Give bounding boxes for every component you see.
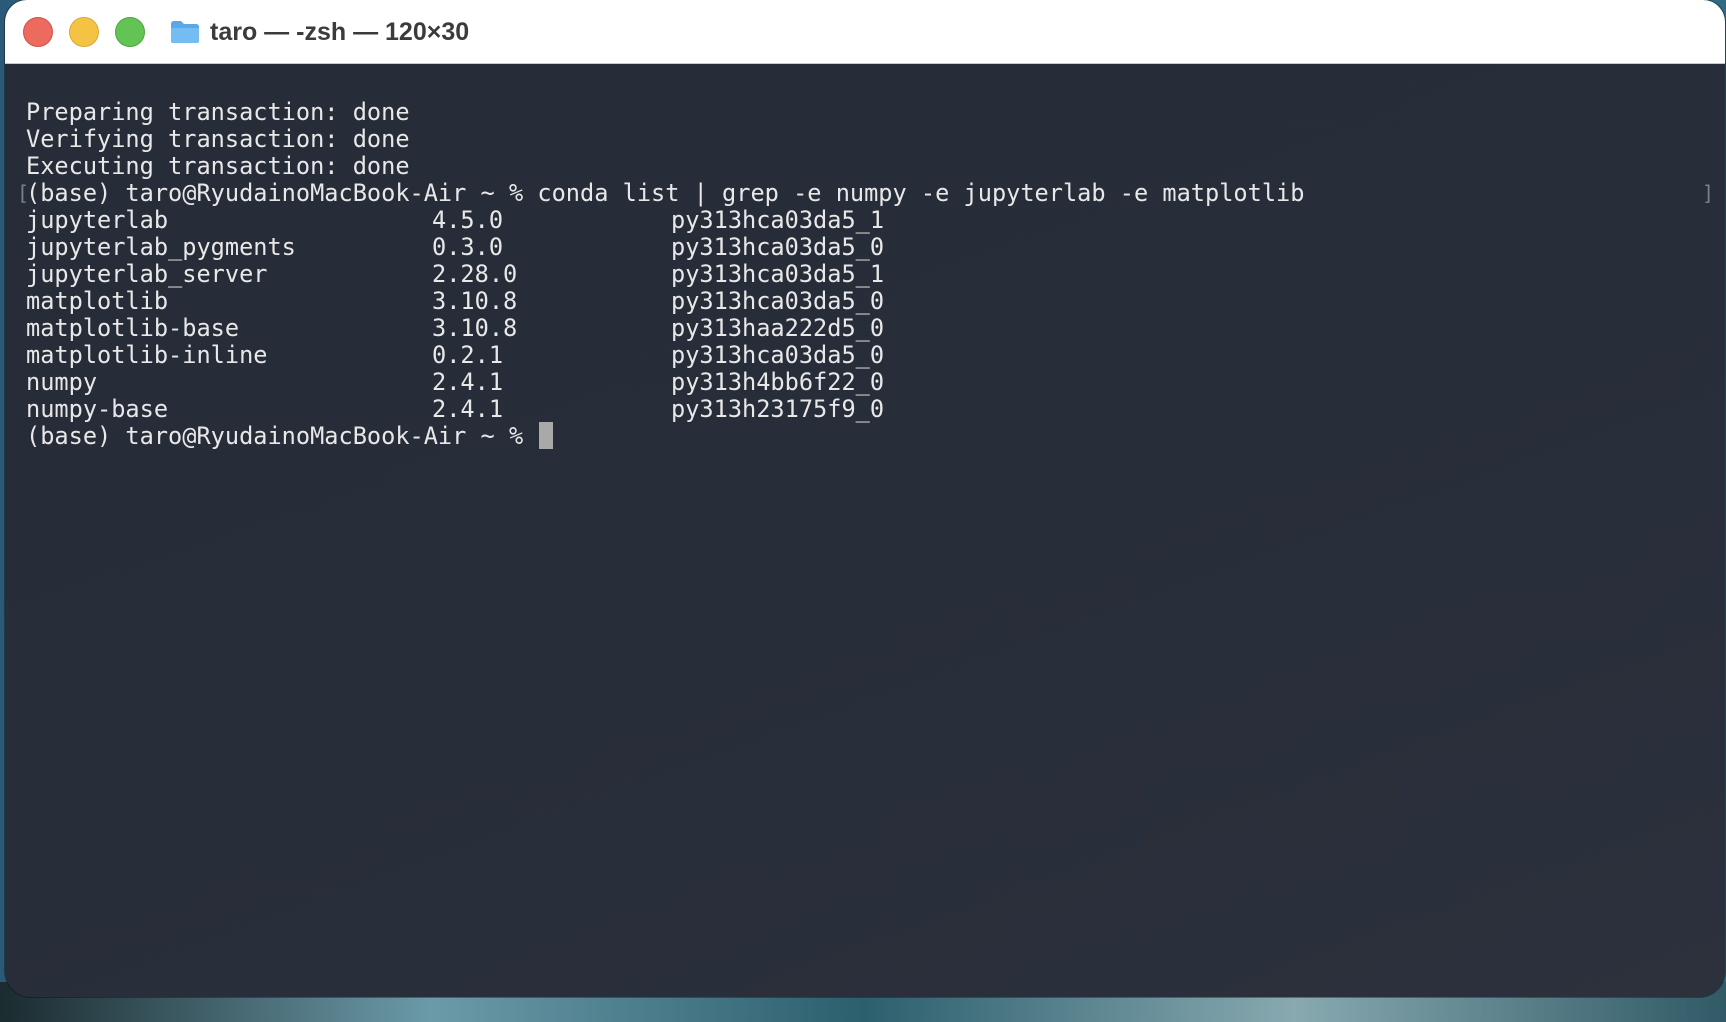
- package-version: 3.10.8: [432, 287, 518, 315]
- window-title-group: taro — -zsh — 120×30: [170, 14, 469, 50]
- package-build: py313hca03da5_0: [671, 287, 885, 315]
- package-build: py313hca03da5_1: [671, 260, 885, 288]
- command-text: conda list | grep -e numpy -e jupyterlab…: [537, 179, 1305, 207]
- prompt: (base) taro@RyudainoMacBook-Air ~ %: [26, 422, 524, 450]
- package-name: jupyterlab_server: [26, 260, 268, 288]
- package-build: py313h4bb6f22_0: [671, 368, 885, 396]
- package-row: matplotlib 3.10.8 py313hca03da5_0: [26, 286, 1226, 316]
- maximize-button[interactable]: [115, 17, 145, 47]
- package-row: numpy 2.4.1 py313h4bb6f22_0: [26, 367, 1226, 397]
- command-line: (base) taro@RyudainoMacBook-Air ~ % cond…: [26, 178, 1304, 208]
- output-line-verifying: Verifying transaction: done: [26, 125, 410, 153]
- package-row: matplotlib-inline 0.2.1 py313hca03da5_0: [26, 340, 1226, 370]
- package-name: jupyterlab: [26, 206, 169, 234]
- package-version: 0.2.1: [432, 341, 504, 369]
- current-prompt-line[interactable]: (base) taro@RyudainoMacBook-Air ~ %: [26, 421, 554, 451]
- minimize-button[interactable]: [69, 17, 99, 47]
- package-row: jupyterlab_server 2.28.0 py313hca03da5_1: [26, 259, 1226, 289]
- package-row: matplotlib-base 3.10.8 py313haa222d5_0: [26, 313, 1226, 343]
- text-cursor: [539, 422, 554, 449]
- command-mark-close: ]: [1702, 181, 1715, 205]
- package-version: 4.5.0: [432, 206, 504, 234]
- prompt: (base) taro@RyudainoMacBook-Air ~ %: [26, 179, 524, 207]
- terminal-window: taro — -zsh — 120×30 Preparing transacti…: [5, 0, 1725, 997]
- output-line-preparing: Preparing transaction: done: [26, 98, 410, 126]
- package-row: jupyterlab_pygments 0.3.0 py313hca03da5_…: [26, 232, 1226, 262]
- package-build: py313h23175f9_0: [671, 395, 885, 423]
- close-button[interactable]: [23, 17, 53, 47]
- package-build: py313hca03da5_0: [671, 233, 885, 261]
- terminal-output[interactable]: Preparing transaction: done Verifying tr…: [5, 64, 1725, 997]
- package-version: 3.10.8: [432, 314, 518, 342]
- title-bar[interactable]: taro — -zsh — 120×30: [5, 0, 1725, 64]
- package-row: numpy-base 2.4.1 py313h23175f9_0: [26, 394, 1226, 424]
- folder-icon: [171, 21, 199, 43]
- window-title: taro — -zsh — 120×30: [210, 17, 470, 46]
- package-version: 0.3.0: [432, 233, 504, 261]
- package-version: 2.4.1: [432, 395, 504, 423]
- package-name: matplotlib-base: [26, 314, 240, 342]
- package-build: py313hca03da5_1: [671, 206, 885, 234]
- package-build: py313haa222d5_0: [671, 314, 885, 342]
- package-name: numpy: [26, 368, 98, 396]
- package-row: jupyterlab 4.5.0 py313hca03da5_1: [26, 205, 1226, 235]
- package-name: matplotlib: [26, 287, 169, 315]
- package-version: 2.4.1: [432, 368, 504, 396]
- package-name: numpy-base: [26, 395, 169, 423]
- package-version: 2.28.0: [432, 260, 518, 288]
- package-name: matplotlib-inline: [26, 341, 268, 369]
- package-name: jupyterlab_pygments: [26, 233, 296, 261]
- package-build: py313hca03da5_0: [671, 341, 885, 369]
- output-line-executing: Executing transaction: done: [26, 152, 410, 180]
